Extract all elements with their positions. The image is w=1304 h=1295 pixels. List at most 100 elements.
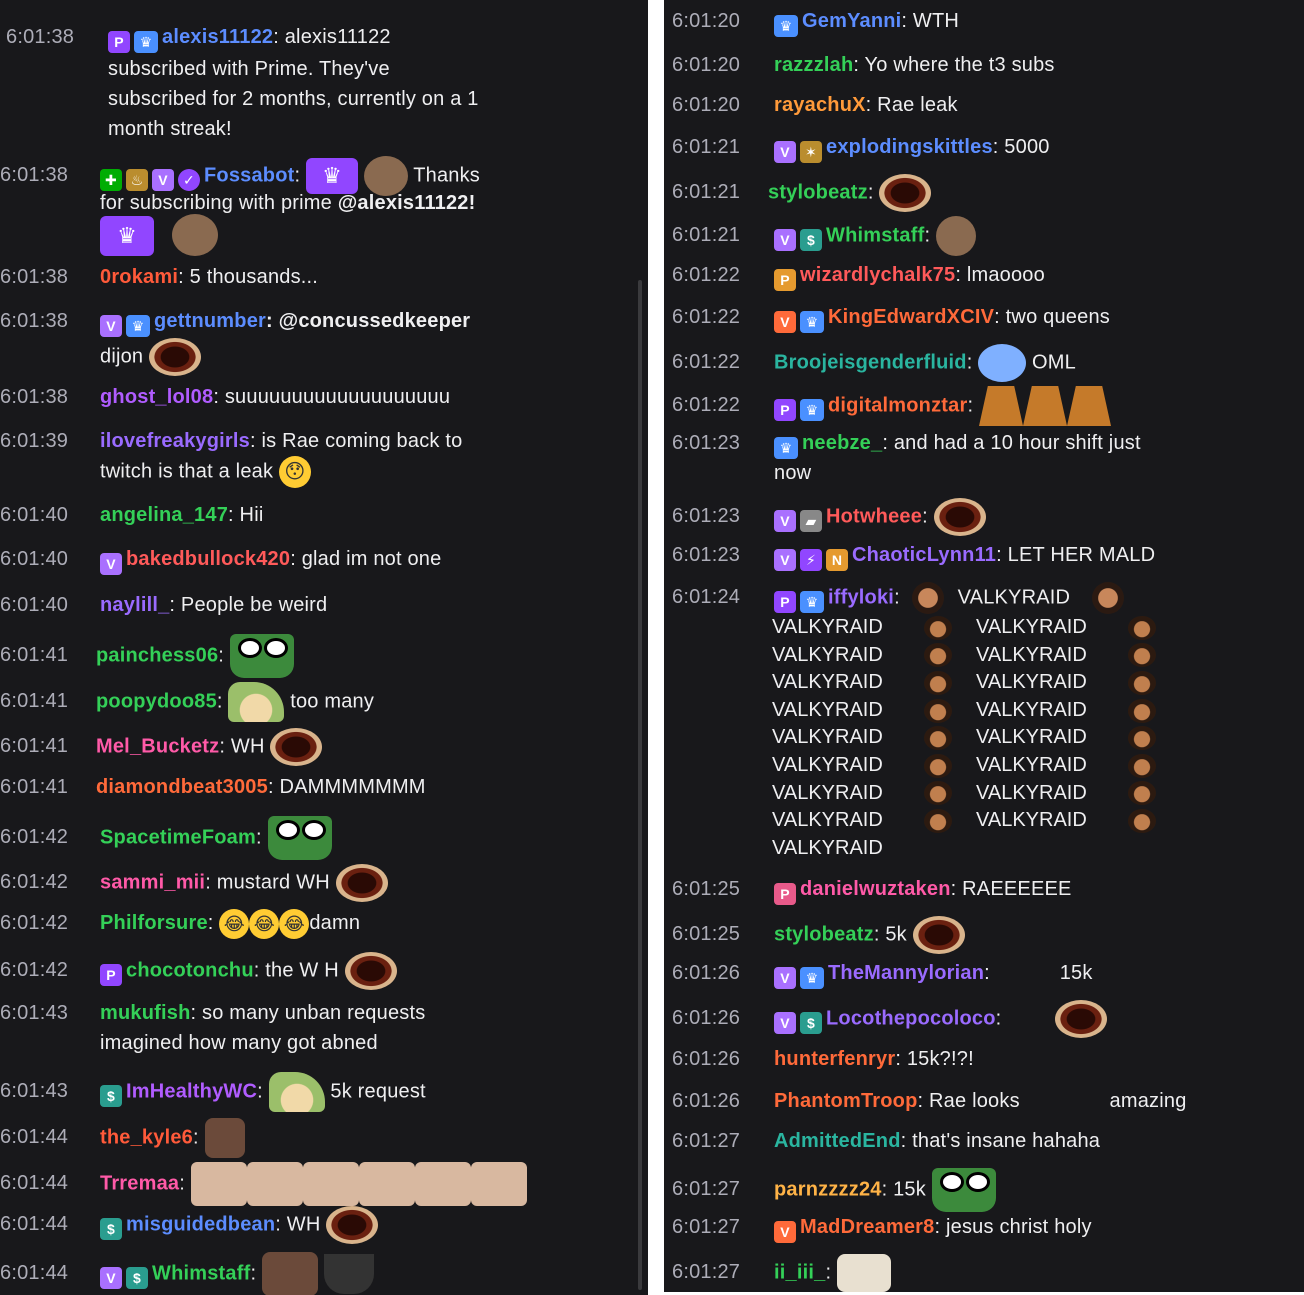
valkyrae-emote-icon[interactable] (1128, 698, 1156, 723)
valkyrae-emote-icon[interactable] (1128, 753, 1156, 778)
username[interactable]: Locothepocoloco (826, 1007, 996, 1029)
shield-badge-icon[interactable]: V (774, 311, 796, 333)
username[interactable]: stylobeatz (768, 181, 868, 203)
shield-badge-icon[interactable]: V (774, 1221, 796, 1243)
shield-badge-icon[interactable]: V (100, 553, 122, 575)
valkyrae-emote-icon[interactable] (924, 808, 952, 833)
username[interactable]: parnzzzz24 (774, 1178, 882, 1200)
username[interactable]: mukufish (100, 1002, 191, 1024)
donut-emote-icon[interactable] (879, 174, 932, 212)
username[interactable]: poopydoo85 (96, 690, 217, 712)
username[interactable]: gettnumber (154, 310, 266, 332)
gnome-emote-icon[interactable] (979, 386, 1024, 426)
prime-badge-icon[interactable]: P (774, 591, 796, 614)
crown-emote-icon[interactable]: ♛ (100, 216, 154, 256)
donut-emote-icon[interactable] (344, 952, 397, 990)
gift-badge-icon[interactable]: $ (800, 229, 822, 252)
username[interactable]: the_kyle6 (100, 1126, 193, 1148)
username[interactable]: stylobeatz (774, 923, 874, 945)
username[interactable]: KingEdwardXCIV (828, 306, 994, 328)
frog-emote-icon[interactable] (229, 634, 294, 678)
valkyrae-emote-icon[interactable] (924, 698, 952, 723)
valkyrae-emote-icon[interactable] (924, 753, 952, 778)
valkyrae-emote-icon[interactable] (924, 615, 952, 640)
knife-girl-emote-icon[interactable] (302, 1162, 359, 1206)
knife-girl-emote-icon[interactable] (358, 1162, 415, 1206)
prime-badge-icon[interactable]: P (108, 31, 130, 53)
username[interactable]: explodingskittles (826, 136, 993, 158)
username[interactable]: danielwuztaken (800, 878, 951, 900)
donut-emote-icon[interactable] (149, 338, 202, 376)
username[interactable]: Broojeisgenderfluid (774, 351, 967, 373)
username[interactable]: hunterfenryr (774, 1048, 895, 1070)
prime-badge-icon[interactable]: P (774, 399, 796, 422)
username[interactable]: Fossabot (204, 164, 295, 186)
crown-badge-icon[interactable]: ♛ (800, 399, 824, 422)
username[interactable]: Hotwheee (826, 505, 922, 527)
username[interactable]: wizardlychalk75 (800, 264, 955, 286)
hat-emote-icon[interactable] (268, 1072, 325, 1112)
valkyrae-emote-icon[interactable] (1128, 615, 1156, 640)
founder-badge-icon[interactable]: P (774, 269, 796, 291)
username[interactable]: ilovefreakygirls (100, 430, 250, 452)
facepalm-emote-icon[interactable] (204, 1118, 245, 1158)
valkyrae-emote-icon[interactable] (924, 670, 952, 695)
donut-emote-icon[interactable] (1055, 1000, 1108, 1038)
username[interactable]: ii_iii_ (774, 1261, 825, 1283)
frog-emote-icon[interactable] (931, 1168, 996, 1212)
shield-badge-icon[interactable]: V (774, 229, 796, 252)
crown-badge-icon[interactable]: ♛ (774, 15, 798, 37)
shield-badge-icon[interactable]: V (774, 967, 796, 989)
founder-badge-icon[interactable]: N (826, 549, 848, 571)
prime-badge-icon[interactable]: P (100, 964, 122, 987)
valkyrae-emote-icon[interactable] (924, 726, 952, 751)
username[interactable]: AdmittedEnd (774, 1130, 901, 1152)
username[interactable]: angelina_147 (100, 504, 228, 526)
donut-emote-icon[interactable] (335, 864, 388, 902)
crown-badge-icon[interactable]: ♛ (800, 311, 824, 333)
crown-badge-icon[interactable]: ♛ (774, 437, 798, 459)
car-badge-icon[interactable]: ▰ (800, 510, 822, 533)
knife-girl-emote-icon[interactable] (414, 1162, 471, 1206)
username[interactable]: ChaoticLynn11 (852, 544, 996, 566)
valkyrae-emote-icon[interactable] (1128, 781, 1156, 806)
shield-badge-icon[interactable]: V (774, 510, 796, 533)
username[interactable]: razzzlah (774, 54, 853, 76)
crown-badge-icon[interactable]: ♛ (800, 591, 824, 614)
blob-emote-icon[interactable] (978, 344, 1027, 382)
gnome-emote-icon[interactable] (1023, 386, 1068, 426)
donut-emote-icon[interactable] (326, 1206, 379, 1244)
cat-emote-icon[interactable] (836, 1254, 891, 1292)
username[interactable]: ImHealthyWC (126, 1080, 257, 1102)
username[interactable]: PhantomTroop (774, 1090, 918, 1112)
username[interactable]: MadDreamer8 (800, 1216, 935, 1238)
scrollbar[interactable] (638, 280, 642, 1290)
username[interactable]: neebze_ (802, 432, 882, 454)
username[interactable]: iffyloki (828, 586, 894, 608)
bowl-emote-icon[interactable] (323, 1254, 374, 1294)
prime-badge-icon[interactable]: P (774, 883, 796, 905)
username[interactable]: misguidedbean (126, 1213, 275, 1235)
gnome-emote-icon[interactable] (172, 214, 218, 256)
username[interactable]: 0rokami (100, 266, 178, 288)
knife-girl-emote-icon[interactable] (246, 1162, 303, 1206)
frog-emote-icon[interactable] (267, 816, 332, 860)
valkyrae-emote-icon[interactable] (1128, 808, 1156, 833)
shield-badge-icon[interactable]: V (100, 315, 122, 337)
knife-girl-emote-icon[interactable] (190, 1162, 247, 1206)
donut-emote-icon[interactable] (933, 498, 986, 536)
shield-badge-icon[interactable]: V (774, 1012, 796, 1035)
person-emote-icon[interactable] (936, 216, 976, 256)
valkyrae-emote-icon[interactable] (1091, 582, 1124, 614)
crown-badge-icon[interactable]: ♛ (800, 967, 824, 989)
username[interactable]: rayachuX (774, 94, 866, 116)
shield-badge-icon[interactable]: V (774, 141, 796, 163)
valkyrae-emote-icon[interactable] (1128, 670, 1156, 695)
crown-badge-icon[interactable]: ♛ (126, 315, 150, 337)
username[interactable]: Mel_Bucketz (96, 735, 219, 757)
gift-badge-icon[interactable]: $ (100, 1085, 122, 1108)
username[interactable]: TheMannylorian (828, 962, 984, 984)
gnome-emote-icon[interactable] (1067, 386, 1112, 426)
knife-girl-emote-icon[interactable] (470, 1162, 527, 1206)
lightning-badge-icon[interactable]: ⚡ (800, 549, 822, 571)
